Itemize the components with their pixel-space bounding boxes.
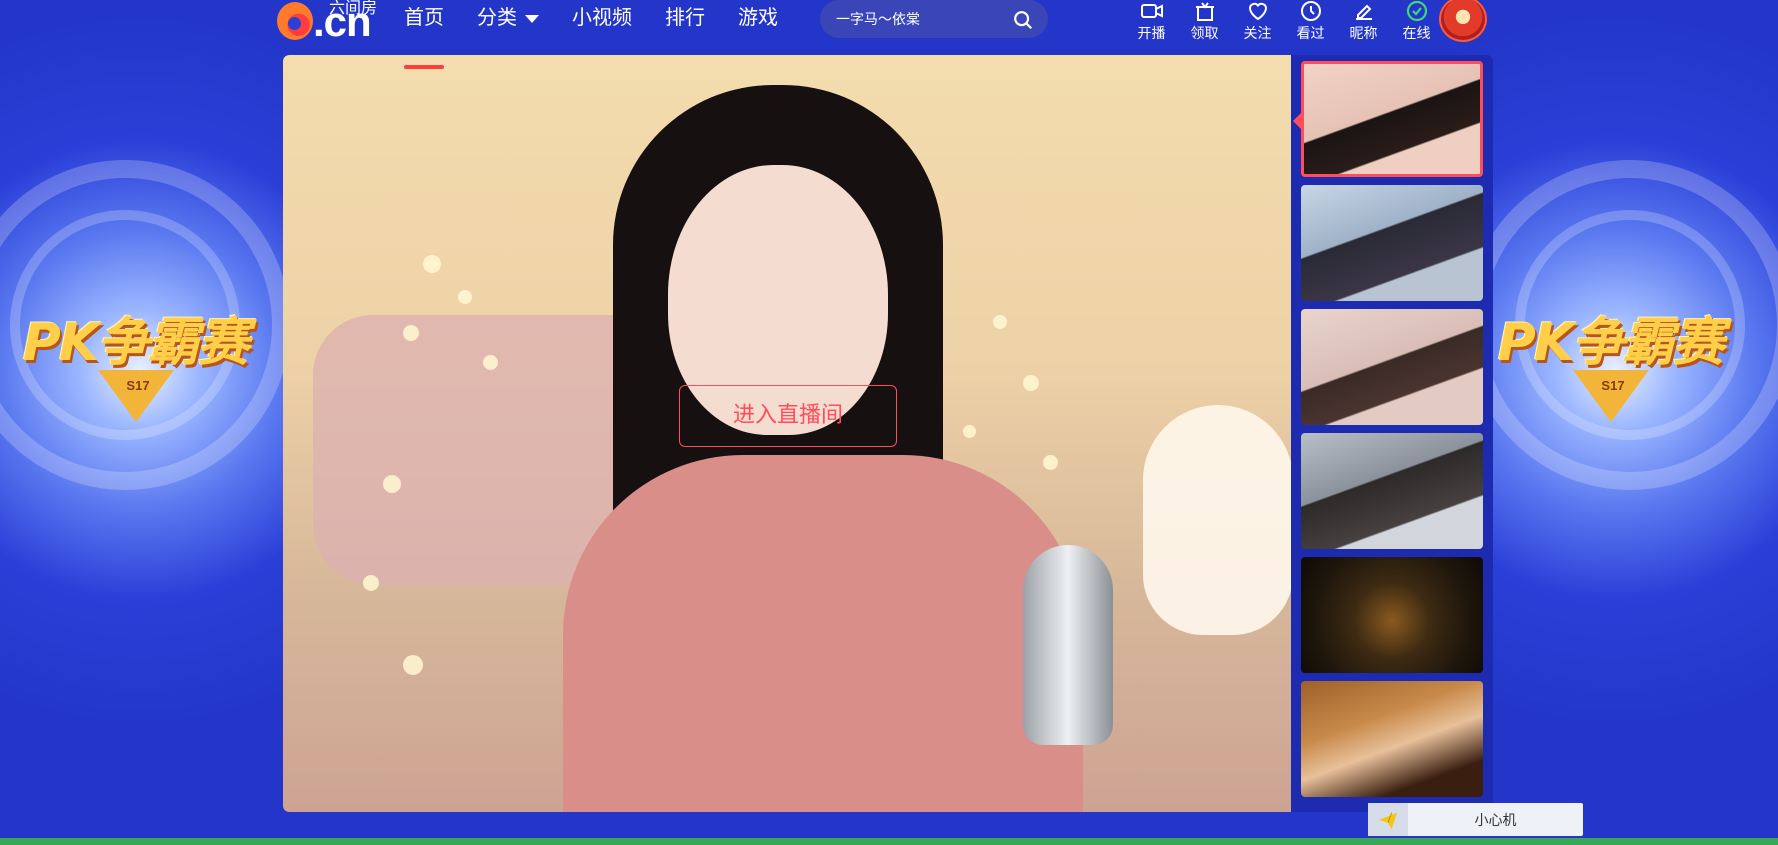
nav-label: 游戏: [738, 7, 778, 29]
thumbnail-item[interactable]: [1301, 557, 1483, 673]
paper-plane-icon: [1368, 803, 1408, 836]
video-camera-icon: [1140, 4, 1163, 18]
pk-banner-left: PK争霸赛: [22, 313, 249, 373]
nav-item-short-video[interactable]: 小视频: [572, 0, 632, 52]
thumbnail-item[interactable]: [1301, 433, 1483, 549]
nav-label: 排行: [665, 7, 705, 29]
main-nav: 首页 分类 小视频 排行 游戏: [404, 0, 811, 69]
video-bokeh: [403, 655, 423, 675]
tool-label: 在线: [1402, 25, 1431, 41]
pk-banner-left-sub: S17: [126, 378, 150, 393]
nav-label: 小视频: [572, 7, 632, 29]
tool-label: 领取: [1190, 25, 1219, 41]
tool-label: 看过: [1296, 25, 1325, 41]
search-icon[interactable]: [1012, 9, 1034, 31]
thumbnail-item[interactable]: [1301, 185, 1483, 301]
heart-icon: [1248, 2, 1267, 21]
live-stage: 进入直播间: [283, 55, 1493, 812]
video-subject-body: [563, 455, 1083, 812]
video-bokeh: [458, 290, 472, 304]
video-bokeh: [1023, 375, 1039, 391]
logo-six-mark: [277, 2, 313, 40]
thumbnail-item[interactable]: [1301, 681, 1483, 797]
tool-start-stream[interactable]: 开播: [1125, 0, 1178, 44]
video-bunny-lamp: [1143, 405, 1291, 635]
bottom-status-strip: [0, 838, 1778, 845]
nav-label: 首页: [404, 7, 444, 29]
tool-nickname[interactable]: 昵称: [1337, 0, 1390, 44]
tool-online[interactable]: 在线: [1390, 0, 1443, 44]
floating-mini-bar[interactable]: 小心机: [1368, 803, 1583, 836]
gift-icon: [1195, 2, 1214, 21]
floating-mini-bar-label: 小心机: [1474, 811, 1517, 828]
video-bokeh: [483, 355, 498, 370]
thumbnail-item[interactable]: [1301, 309, 1483, 425]
nav-label: 分类: [477, 7, 517, 29]
user-toolbar: 开播 领取 关注 看过 昵称 在线: [1125, 0, 1443, 44]
live-video-preview[interactable]: 进入直播间: [283, 55, 1291, 812]
video-bokeh: [383, 475, 401, 493]
pk-banner-right-sub: S17: [1601, 378, 1625, 393]
nav-item-home[interactable]: 首页: [404, 0, 444, 69]
video-bokeh: [993, 315, 1007, 329]
nav-item-games[interactable]: 游戏: [738, 0, 778, 52]
tool-follow[interactable]: 关注: [1231, 0, 1284, 44]
search-input[interactable]: [836, 7, 1006, 31]
edit-icon: [1355, 4, 1372, 20]
video-microphone: [1023, 545, 1113, 745]
tool-claim[interactable]: 领取: [1178, 0, 1231, 44]
search-box: [820, 0, 1048, 38]
logo-main-text: .cn: [313, 0, 372, 45]
enter-live-room-button[interactable]: 进入直播间: [679, 385, 897, 447]
video-bokeh: [1043, 455, 1058, 470]
thumbnail-rail: [1301, 61, 1485, 805]
check-circle-icon: [1406, 0, 1427, 22]
chevron-down-icon: [525, 14, 539, 23]
site-header: 六间房 .cn 首页 分类 小视频 排行 游戏 开播 领取 关注 看过: [0, 0, 1778, 69]
tool-label: 开播: [1137, 25, 1166, 41]
video-bokeh: [423, 255, 441, 273]
nav-item-ranking[interactable]: 排行: [665, 0, 705, 52]
video-bokeh: [403, 325, 419, 341]
nav-item-category[interactable]: 分类: [477, 0, 539, 52]
pk-banner-right: PK争霸赛: [1497, 313, 1724, 373]
tool-label: 关注: [1243, 25, 1272, 41]
site-logo[interactable]: 六间房 .cn: [277, 0, 387, 44]
video-bokeh: [963, 425, 976, 438]
tool-label: 昵称: [1349, 25, 1378, 41]
clock-icon: [1300, 1, 1321, 21]
thumbnail-item[interactable]: [1301, 61, 1483, 177]
video-bokeh: [363, 575, 379, 591]
tool-history[interactable]: 看过: [1284, 0, 1337, 44]
avatar[interactable]: [1439, 0, 1487, 42]
